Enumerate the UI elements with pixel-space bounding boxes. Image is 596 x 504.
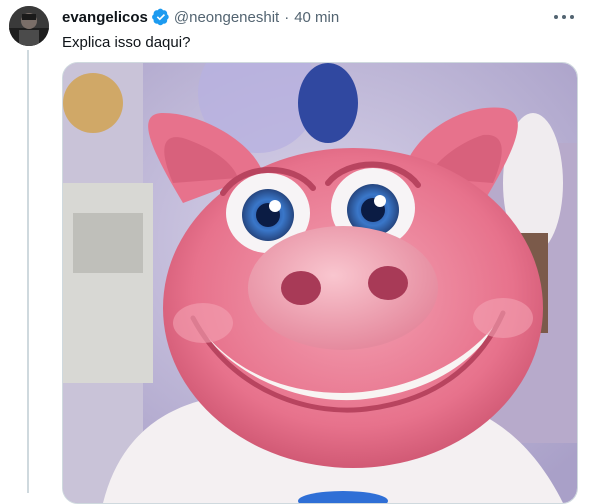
separator-dot: · [284, 8, 290, 26]
avatar-image [9, 6, 49, 46]
tweet-media[interactable] [62, 62, 578, 504]
author-handle[interactable]: @neongeneshit [174, 9, 279, 26]
pig-mascot-image [63, 63, 577, 503]
avatar[interactable] [9, 6, 49, 46]
tweet-header: evangelicos @neongeneshit · 40 min [62, 7, 576, 27]
tweet-time[interactable]: 40 min [294, 9, 339, 26]
verified-badge-icon [151, 8, 169, 26]
author-name[interactable]: evangelicos [62, 9, 148, 26]
tweet-text: Explica isso daqui? [62, 34, 191, 51]
more-dot [562, 15, 566, 19]
more-options-icon[interactable] [554, 10, 574, 24]
more-dot [554, 15, 558, 19]
more-dot [570, 15, 574, 19]
thread-line [27, 50, 29, 493]
